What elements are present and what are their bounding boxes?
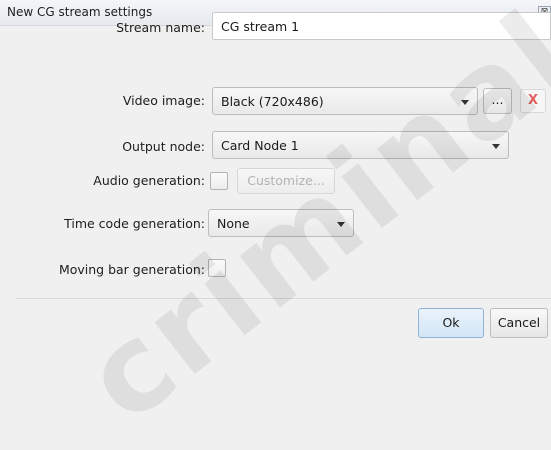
time-code-generation-dropdown[interactable]: None (208, 209, 354, 237)
audio-generation-label: Audio generation: (93, 173, 205, 188)
output-node-dropdown[interactable]: Card Node 1 (212, 131, 509, 159)
customize-button[interactable]: Customize... (237, 168, 335, 194)
video-image-label: Video image: (122, 93, 205, 108)
chevron-down-icon (461, 100, 469, 105)
video-image-dropdown[interactable]: Black (720x486) (212, 87, 478, 115)
output-node-value: Card Node 1 (221, 138, 299, 153)
stream-name-field[interactable]: CG stream 1 (212, 12, 551, 40)
moving-bar-generation-checkbox[interactable] (208, 259, 226, 277)
divider (16, 298, 551, 299)
moving-bar-generation-label: Moving bar generation: (58, 262, 205, 277)
audio-generation-checkbox[interactable] (210, 172, 228, 190)
ok-button[interactable]: Ok (418, 308, 484, 338)
clear-image-button[interactable]: X (520, 89, 546, 113)
stream-name-value: CG stream 1 (221, 19, 300, 34)
time-code-generation-value: None (217, 216, 250, 231)
time-code-generation-label: Time code generation: (64, 216, 205, 231)
browse-button[interactable]: ... (483, 88, 512, 114)
video-image-value: Black (720x486) (221, 94, 324, 109)
stream-name-label-text: Stream name: (116, 20, 205, 35)
chevron-down-icon (492, 144, 500, 149)
chevron-down-icon (337, 222, 345, 227)
cancel-button[interactable]: Cancel (490, 308, 548, 338)
output-node-label: Output node: (122, 139, 205, 154)
window-title: New CG stream settings (7, 5, 153, 19)
